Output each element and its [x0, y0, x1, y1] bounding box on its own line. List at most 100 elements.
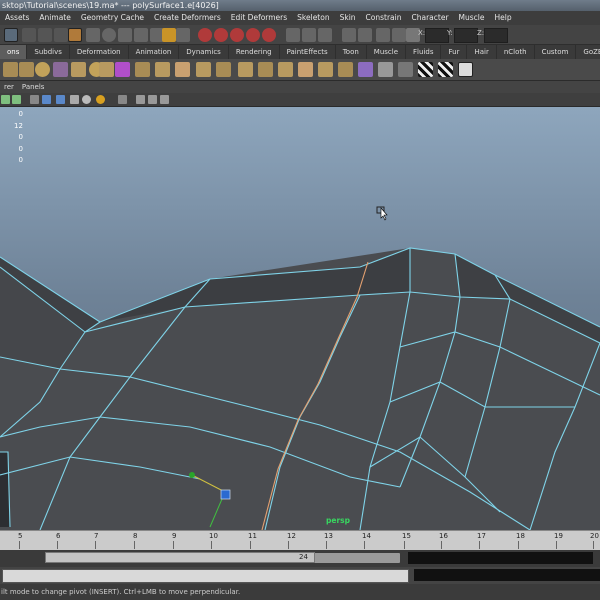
select-by-type-icon[interactable]	[68, 28, 82, 42]
polygon-mesh[interactable]	[0, 107, 600, 530]
snap-point-icon[interactable]	[214, 28, 228, 42]
tab-custom[interactable]: Custom	[535, 45, 577, 59]
menu-constrain[interactable]: Constrain	[361, 11, 407, 25]
select-mode-icon[interactable]	[4, 28, 18, 42]
select-camera-icon[interactable]	[1, 95, 10, 104]
hud-value: 0	[18, 156, 23, 164]
checker-icon[interactable]	[438, 62, 453, 77]
shadows-icon[interactable]	[96, 95, 105, 104]
smooth-shade-icon[interactable]	[42, 95, 51, 104]
tab-gozbrush[interactable]: GoZBrush	[576, 45, 600, 59]
mirror-icon[interactable]	[358, 62, 373, 77]
component-mode-icon[interactable]	[54, 28, 68, 42]
snap-curve-icon[interactable]	[198, 28, 212, 42]
ipr-render-icon[interactable]	[302, 28, 316, 42]
grid-icon[interactable]	[30, 95, 39, 104]
hud-icon[interactable]	[160, 95, 169, 104]
viewport-persp[interactable]: 0 12 0 0 0 persp	[0, 107, 600, 530]
history-icon[interactable]	[262, 28, 276, 42]
range-handle[interactable]: 24	[45, 552, 315, 563]
x-field[interactable]	[425, 28, 449, 43]
purple-cube-icon[interactable]	[115, 62, 130, 77]
separate-icon[interactable]	[278, 62, 293, 77]
snap-view-plane-icon[interactable]	[230, 28, 244, 42]
textured-icon[interactable]	[70, 95, 79, 104]
checker-icon[interactable]	[418, 62, 433, 77]
menu-help[interactable]: Help	[490, 11, 517, 25]
z-field[interactable]	[484, 28, 508, 43]
mesh-tool-icon[interactable]	[19, 62, 34, 77]
xray-icon[interactable]	[136, 95, 145, 104]
extract-icon[interactable]	[258, 62, 273, 77]
goz-icon[interactable]	[458, 62, 473, 77]
edge-mask-icon[interactable]	[102, 28, 116, 42]
tab-animation[interactable]: Animation	[129, 45, 180, 59]
fill-hole-icon[interactable]	[135, 62, 150, 77]
tab-fur[interactable]: Fur	[441, 45, 468, 59]
menu-geometry-cache[interactable]: Geometry Cache	[76, 11, 149, 25]
menu-assets[interactable]: Assets	[0, 11, 34, 25]
tab-ncloth[interactable]: nCloth	[497, 45, 535, 59]
shelf-tabs: ons Subdivs Deformation Animation Dynami…	[0, 45, 600, 59]
range-end-field[interactable]	[408, 552, 593, 564]
render-settings-icon[interactable]	[318, 28, 332, 42]
bevel-icon[interactable]	[196, 62, 211, 77]
menu-skin[interactable]: Skin	[335, 11, 361, 25]
combine-icon[interactable]	[298, 62, 313, 77]
y-field[interactable]	[454, 28, 478, 43]
menu-create-deformers[interactable]: Create Deformers	[149, 11, 226, 25]
mesh-tool-icon[interactable]	[3, 62, 18, 77]
range-slider: 24	[0, 550, 600, 567]
triangulate-icon[interactable]	[318, 62, 333, 77]
poke-icon[interactable]	[216, 62, 231, 77]
uv-mask-icon[interactable]	[134, 28, 148, 42]
tab-deformation[interactable]: Deformation	[70, 45, 129, 59]
isolate-select-icon[interactable]	[118, 95, 127, 104]
append-icon[interactable]	[99, 62, 114, 77]
command-input[interactable]	[2, 569, 409, 583]
tab-subdivs[interactable]: Subdivs	[27, 45, 70, 59]
uv-icon[interactable]	[398, 62, 413, 77]
menu-muscle[interactable]: Muscle	[454, 11, 490, 25]
time-slider[interactable]: 5 6 7 8 9 10 11 12 13 14 15 16 17 18 19 …	[0, 530, 600, 550]
cleanup-icon[interactable]	[378, 62, 393, 77]
duplicate-icon[interactable]	[238, 62, 253, 77]
object-mode-icon[interactable]	[38, 28, 52, 42]
tab-muscle[interactable]: Muscle	[367, 45, 407, 59]
smooth-icon[interactable]	[35, 62, 50, 77]
absolute-transform-icon[interactable]	[358, 28, 372, 42]
extrude-icon[interactable]	[71, 62, 86, 77]
menu-skeleton[interactable]: Skeleton	[292, 11, 334, 25]
wireframe-shade-icon[interactable]	[56, 95, 65, 104]
image-plane-icon[interactable]	[12, 95, 21, 104]
quadrangulate-icon[interactable]	[338, 62, 353, 77]
tab-hair[interactable]: Hair	[467, 45, 497, 59]
menu-character[interactable]: Character	[407, 11, 454, 25]
input-field-mode-icon[interactable]	[342, 28, 356, 42]
relative-transform-icon[interactable]	[376, 28, 390, 42]
menu-panels[interactable]: Panels	[18, 82, 49, 93]
tab-painteffects[interactable]: PaintEffects	[280, 45, 336, 59]
tab-fluids[interactable]: Fluids	[406, 45, 442, 59]
menu-renderer[interactable]: rer	[0, 82, 18, 93]
snap-grid-icon[interactable]	[176, 28, 190, 42]
xray-joints-icon[interactable]	[148, 95, 157, 104]
face-mask-icon[interactable]	[118, 28, 132, 42]
render-icon[interactable]	[286, 28, 300, 42]
wedge-icon[interactable]	[155, 62, 170, 77]
tab-toon[interactable]: Toon	[336, 45, 367, 59]
highlight-icon[interactable]	[162, 28, 176, 42]
rename-icon[interactable]	[392, 28, 406, 42]
split-icon[interactable]	[175, 62, 190, 77]
make-live-icon[interactable]	[246, 28, 260, 42]
lighting-icon[interactable]	[82, 95, 91, 104]
vertex-mask-icon[interactable]	[86, 28, 100, 42]
tab-polygons[interactable]: ons	[0, 45, 28, 59]
bridge-icon[interactable]	[53, 62, 68, 77]
menu-animate[interactable]: Animate	[34, 11, 75, 25]
menu-edit-deformers[interactable]: Edit Deformers	[226, 11, 292, 25]
y-label: Y:	[447, 29, 453, 37]
hierarchy-icon[interactable]	[22, 28, 36, 42]
tab-rendering[interactable]: Rendering	[229, 45, 280, 59]
tab-dynamics[interactable]: Dynamics	[179, 45, 229, 59]
